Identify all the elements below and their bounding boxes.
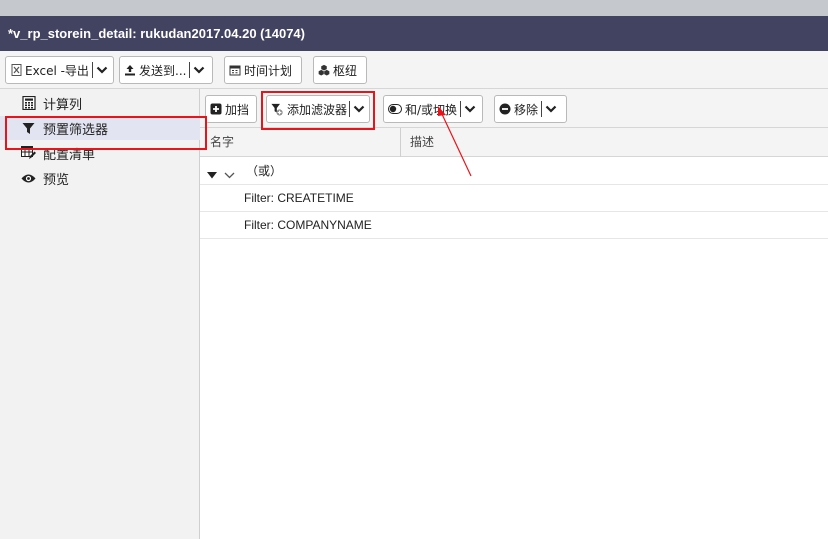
excel-file-icon (10, 64, 22, 76)
chevron-down-icon[interactable] (96, 64, 108, 76)
eye-icon (21, 171, 36, 186)
toggle-icon (388, 103, 402, 115)
sidebar-item-config-list[interactable]: 配置清单 (0, 141, 200, 165)
filter-name: Filter: COMPANYNAME (244, 218, 372, 232)
send-to-button[interactable]: 发送到... (119, 56, 213, 84)
window-title: *v_rp_storein_detail: rukudan2017.04.20 … (0, 16, 828, 51)
pivot-button[interactable]: 枢纽 (313, 56, 367, 84)
table-row[interactable]: Filter: COMPANYNAME (200, 212, 828, 239)
filter-add-icon (271, 103, 283, 116)
filter-name: Filter: CREATETIME (244, 191, 354, 205)
main-toolbar: Excel -导出 发送到... 时间计划 枢纽 (0, 51, 828, 89)
add-block-label: 加挡 (225, 102, 250, 117)
column-header-description[interactable]: 描述 (410, 128, 434, 157)
filters-panel: 加挡 添加滤波器 和/或切换 移除 名字 描述 （或） Filter: CREA… (200, 89, 828, 539)
and-or-toggle-label: 和/或切换 (405, 102, 458, 117)
tree-group-row[interactable]: （或） (200, 158, 828, 185)
minus-circle-icon (499, 103, 511, 115)
table-edit-icon (21, 146, 36, 161)
sidebar-item-preset-filters[interactable]: 预置筛选器 (0, 116, 200, 140)
expand-triangle-icon[interactable] (207, 168, 217, 182)
add-filter-button[interactable]: 添加滤波器 (266, 95, 370, 123)
filter-icon (21, 121, 36, 136)
cubes-icon (318, 64, 330, 76)
pivot-label: 枢纽 (333, 63, 358, 78)
excel-export-label: Excel -导出 (25, 63, 89, 78)
calculator-icon (21, 96, 36, 111)
plus-square-icon (210, 103, 222, 115)
excel-export-button[interactable]: Excel -导出 (5, 56, 114, 84)
table-row[interactable]: Filter: CREATETIME (200, 185, 828, 212)
chevron-down-icon[interactable] (224, 168, 235, 182)
chevron-down-icon[interactable] (193, 64, 205, 76)
sidebar-item-label: 计算列 (43, 97, 83, 113)
remove-label: 移除 (514, 102, 539, 117)
schedule-button[interactable]: 时间计划 (224, 56, 302, 84)
and-or-toggle-button[interactable]: 和/或切换 (383, 95, 483, 123)
sidebar-item-label: 预览 (43, 172, 70, 188)
add-block-button[interactable]: 加挡 (205, 95, 257, 123)
schedule-label: 时间计划 (244, 63, 293, 78)
group-label: （或） (246, 164, 283, 178)
column-header-name[interactable]: 名字 (210, 128, 234, 157)
sidebar-item-calculated-columns[interactable]: 计算列 (0, 91, 200, 115)
sidebar-item-label: 配置清单 (43, 147, 96, 163)
calendar-icon (229, 64, 241, 76)
add-filter-label: 添加滤波器 (287, 102, 348, 117)
upload-icon (124, 64, 136, 76)
chevron-down-icon[interactable] (464, 103, 476, 115)
window-top-strip (0, 0, 828, 16)
chevron-down-icon[interactable] (545, 103, 557, 115)
chevron-down-icon[interactable] (353, 103, 365, 115)
sidebar-item-label: 预置筛选器 (43, 122, 109, 138)
sidebar-item-preview[interactable]: 预览 (0, 166, 200, 190)
column-divider[interactable] (400, 128, 401, 157)
filters-toolbar: 加挡 添加滤波器 和/或切换 移除 (200, 89, 828, 128)
send-to-label: 发送到... (139, 63, 187, 78)
remove-button[interactable]: 移除 (494, 95, 567, 123)
table-header: 名字 描述 (200, 128, 828, 157)
sidebar: 计算列 预置筛选器 配置清单 预览 (0, 89, 200, 539)
